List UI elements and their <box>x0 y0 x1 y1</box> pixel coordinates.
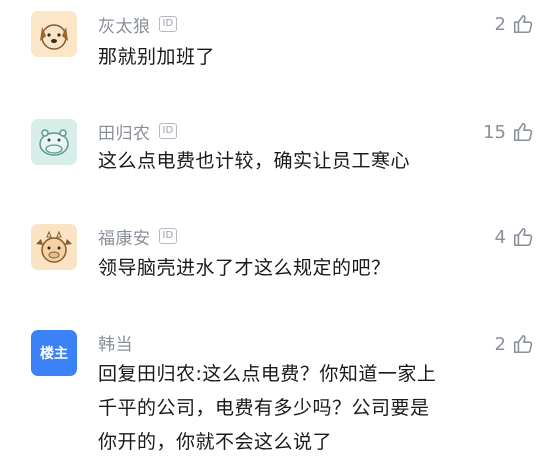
id-badge: ID <box>158 123 178 139</box>
comment-text-line: 你开的，你就不会这么说了 <box>98 431 333 453</box>
username[interactable]: 田归农 <box>98 119 151 144</box>
like-count: 2 <box>494 333 506 355</box>
id-badge: ID <box>158 16 178 32</box>
comment-item: 灰太狼 ID 2 那就别加班了 <box>0 0 554 110</box>
comment-text: 那就别加班了 <box>98 46 216 68</box>
comment-header: 灰太狼 ID <box>98 12 178 37</box>
comment-text-line: 千平的公司，电费有多少吗？公司要是 <box>98 397 430 419</box>
comment-item: 田归农 ID 15 这么点电费也计较，确实让员工寒心 <box>0 110 554 215</box>
id-badge: ID <box>158 228 178 244</box>
like-count: 2 <box>494 13 506 35</box>
like-button[interactable]: 4 <box>495 224 534 250</box>
username[interactable]: 灰太狼 <box>98 12 151 37</box>
comment-item: 福康安 ID 4 领导脑壳进水了才这么规定的吧？ <box>0 215 554 320</box>
like-button[interactable]: 2 <box>495 11 534 37</box>
avatar[interactable]: 楼主 <box>31 330 77 376</box>
username[interactable]: 福康安 <box>98 224 151 249</box>
avatar[interactable] <box>31 11 77 57</box>
thumbs-up-icon <box>513 334 533 354</box>
like-count: 15 <box>483 121 506 143</box>
like-button[interactable]: 2 <box>495 331 534 357</box>
comment-item: 楼主 韩当 2 回复田归农:这么点电费？你知道一家上 千平的公司，电费有多少吗？… <box>0 320 554 457</box>
like-count: 4 <box>494 226 506 248</box>
username[interactable]: 韩当 <box>98 330 133 355</box>
comment-text-line: 回复田归农:这么点电费？你知道一家上 <box>98 363 437 385</box>
comment-header: 福康安 ID <box>98 224 178 249</box>
avatar-label: 楼主 <box>40 346 68 362</box>
thumbs-up-icon <box>513 122 533 142</box>
hippo-icon <box>31 119 77 165</box>
comment-text: 领导脑壳进水了才这么规定的吧？ <box>98 257 391 279</box>
like-button[interactable]: 15 <box>483 119 534 145</box>
thumbs-up-icon <box>513 14 533 34</box>
avatar[interactable] <box>31 119 77 165</box>
comment-header: 田归农 ID <box>98 119 178 144</box>
cow-icon <box>31 224 77 270</box>
comment-text: 回复田归农:这么点电费？你知道一家上 千平的公司，电费有多少吗？公司要是 你开的… <box>98 357 478 459</box>
thumbs-up-icon <box>513 227 533 247</box>
dog-icon <box>31 11 77 57</box>
avatar[interactable] <box>31 224 77 270</box>
comment-header: 韩当 <box>98 330 133 355</box>
comment-text: 这么点电费也计较，确实让员工寒心 <box>98 150 411 172</box>
